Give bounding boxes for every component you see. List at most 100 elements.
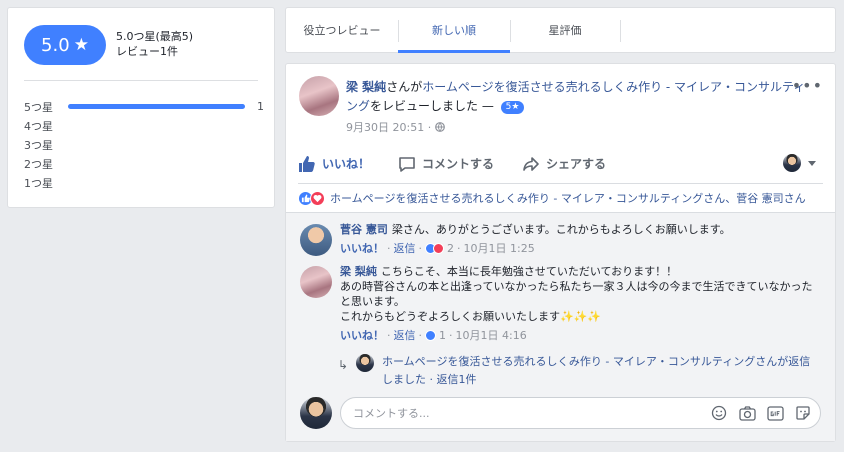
replier-avatar	[356, 354, 374, 372]
divider	[24, 80, 258, 81]
rating-row-label: 2つ星	[24, 157, 53, 171]
reaction-icons	[298, 190, 325, 206]
comment-reaction-count[interactable]: 1	[439, 328, 446, 343]
post-as-selector[interactable]	[783, 154, 817, 172]
overall-score: 5.0	[41, 34, 70, 56]
separator: ·	[387, 329, 391, 342]
comment: 菅谷 憲司 梁さん、ありがとうございます。これからもよろしくお願いします。 いいね…	[300, 222, 821, 258]
viewer-avatar	[300, 397, 332, 429]
comment-composer: コメントする...	[300, 397, 821, 431]
rating-row-1[interactable]: 1つ星	[24, 173, 264, 192]
rating-bar	[68, 104, 245, 109]
separator: ·	[457, 242, 461, 255]
rating-row-label: 1つ星	[24, 176, 53, 190]
commenter-avatar[interactable]	[300, 266, 332, 298]
author-suffix: さんが	[386, 80, 423, 94]
tab-stars[interactable]: 星評価	[510, 8, 620, 52]
comment-like-link[interactable]: いいね！	[340, 328, 384, 343]
comment-button[interactable]: コメントする	[398, 155, 494, 173]
thumbs-up-icon	[299, 155, 315, 172]
comment-meta: いいね！ · 返信 · 1 · 10月1日 4:16	[340, 328, 821, 343]
comment-text-line2: あの時菅谷さんの本と出逢っていなかったら私たち一家３人は今の今まで生活できていな…	[340, 280, 813, 308]
rating-summary-card: 5.0 ★ 5.0つ星(最高5) レビュー1件 5つ星 1 4つ星 3つ星 2つ…	[7, 7, 275, 208]
rating-row-label: 4つ星	[24, 119, 53, 133]
post-timestamp[interactable]: 9月30日 20:51 ·	[346, 119, 445, 135]
comment-meta: いいね！ · 返信 · 2 · 10月1日 1:25	[340, 241, 821, 256]
tab-newest[interactable]: 新しい順	[398, 8, 510, 53]
comment-text: こちらこそ、本当に長年勉強させていただいております！！	[380, 265, 678, 278]
comment-reply-link[interactable]: 返信	[394, 328, 416, 343]
comment-date[interactable]: 10月1日 1:25	[464, 241, 535, 256]
rating-row-3[interactable]: 3つ星	[24, 135, 264, 154]
rating-bar	[68, 142, 245, 147]
author-name[interactable]: 梁 梨純	[346, 80, 386, 94]
reply-arrow-icon: ↳	[338, 358, 349, 372]
post-action-bar: いいね！ コメントする シェアする	[298, 144, 823, 184]
comment-text-line3: これからもどうぞよろしくお願いいたします	[340, 310, 560, 323]
rating-row-count: 1	[257, 100, 264, 113]
rating-bar-fill	[68, 104, 245, 109]
post-header: 梁 梨純さんがホームページを復活させる売れるしくみ作り - マイレア・コンサルテ…	[346, 78, 806, 116]
review-count: レビュー1件	[116, 45, 178, 58]
comment-reaction-count[interactable]: 2	[447, 241, 454, 256]
love-reaction-icon	[310, 190, 325, 206]
tab-divider	[620, 20, 621, 42]
comment-date[interactable]: 10月1日 4:16	[456, 328, 527, 343]
rating-row-label: 3つ星	[24, 138, 53, 152]
separator: ·	[387, 242, 391, 255]
love-reaction-icon	[433, 243, 444, 254]
comment: 梁 梨純 こちらこそ、本当に長年勉強させていただいております！！ あの時菅谷さんの…	[300, 264, 821, 348]
more-options-icon[interactable]: •••	[792, 76, 823, 95]
comment-like-link[interactable]: いいね！	[340, 241, 384, 256]
comment-reply-link[interactable]: 返信	[394, 241, 416, 256]
review-text: をレビューしました —	[370, 99, 498, 113]
share-button[interactable]: シェアする	[522, 155, 606, 173]
gif-icon[interactable]	[765, 403, 785, 423]
rating-bar	[68, 180, 245, 185]
post-time-text: 9月30日 20:51 ·	[346, 121, 432, 134]
comment-body: 菅谷 憲司 梁さん、ありがとうございます。これからもよろしくお願いします。 いいね…	[340, 222, 821, 256]
rating-row-4[interactable]: 4つ星	[24, 116, 264, 135]
reactions-summary[interactable]: ホームページを復活させる売れるしくみ作り - マイレア・コンサルティングさん、菅…	[298, 185, 825, 211]
rating-bar	[68, 161, 245, 166]
separator: ·	[418, 329, 423, 342]
comment-reaction-icons	[425, 243, 444, 254]
comments-section: 菅谷 憲司 梁さん、ありがとうございます。これからもよろしくお願いします。 いいね…	[286, 212, 835, 441]
rating-bar	[68, 123, 245, 128]
like-label: いいね！	[322, 157, 371, 171]
tab-helpful[interactable]: 役立つレビュー	[286, 8, 398, 52]
review-sort-tabs: 役立つレビュー 新しい順 星評価	[285, 7, 836, 53]
score-meta: 5.0つ星(最高5) レビュー1件	[116, 29, 193, 59]
comment-label: コメントする	[422, 157, 495, 171]
rating-row-2[interactable]: 2つ星	[24, 154, 264, 173]
rating-distribution: 5つ星 1 4つ星 3つ星 2つ星 1つ星	[24, 97, 264, 192]
comment-input-placeholder: コメントする...	[353, 407, 430, 420]
camera-icon[interactable]	[737, 403, 757, 423]
rating-badge: 5★	[500, 101, 525, 114]
globe-icon	[434, 122, 445, 132]
separator: ·	[449, 329, 453, 342]
sticker-icon[interactable]	[793, 403, 813, 423]
caret-down-icon	[808, 161, 816, 166]
composer-tools	[709, 403, 813, 423]
comment-body: 梁 梨純 こちらこそ、本当に長年勉強させていただいております！！ あの時菅谷さんの…	[340, 264, 821, 343]
share-label: シェアする	[546, 157, 607, 171]
viewer-avatar	[783, 154, 801, 172]
author-avatar[interactable]	[299, 76, 339, 116]
commenter-avatar[interactable]	[300, 224, 332, 256]
star-icon: ★	[73, 35, 89, 55]
sparkles-emoji: ✨✨✨	[560, 310, 602, 323]
comment-author[interactable]: 菅谷 憲司	[340, 223, 388, 236]
emoji-icon[interactable]	[709, 403, 729, 423]
separator: ·	[418, 242, 423, 255]
rating-row-5[interactable]: 5つ星 1	[24, 97, 264, 116]
like-button[interactable]: いいね！	[298, 155, 370, 173]
score-label: 5.0つ星(最高5)	[116, 30, 194, 43]
rating-row-label: 5つ星	[24, 100, 53, 114]
overall-score-badge: 5.0 ★	[24, 25, 106, 65]
comment-reaction-icons	[425, 330, 436, 341]
comment-text: 梁さん、ありがとうございます。これからもよろしくお願いします。	[391, 223, 731, 236]
comment-author[interactable]: 梁 梨純	[340, 265, 377, 278]
share-icon	[523, 156, 539, 171]
review-post: 梁 梨純さんがホームページを復活させる売れるしくみ作り - マイレア・コンサルテ…	[285, 63, 836, 442]
